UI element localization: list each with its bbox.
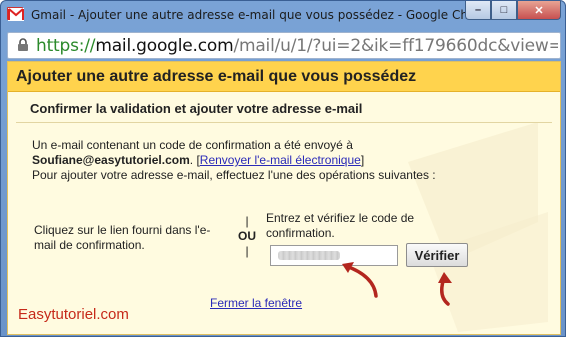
email-suffix: .	[189, 153, 194, 167]
watermark: Easytutoriel.com	[18, 306, 129, 323]
resend-bracket-close: ]	[360, 153, 365, 167]
title-bar: Gmail - Ajouter une autre adresse e-mail…	[1, 1, 566, 31]
minimize-button[interactable]: –	[465, 1, 491, 20]
or-separator: | OU |	[232, 214, 262, 259]
verify-button[interactable]: Vérifier	[406, 243, 468, 267]
blurred-code	[278, 251, 340, 260]
resend-email-link[interactable]: Renvoyer l'e-mail électronique	[200, 153, 361, 167]
email-line: Soufiane@easytutoriel.com. [Renvoyer l'e…	[32, 153, 552, 168]
gmail-icon	[7, 7, 24, 21]
email-address: Soufiane@easytutoriel.com	[32, 153, 190, 167]
instructions: Un e-mail contenant un code de confirmat…	[32, 138, 552, 183]
options-intro: Pour ajouter votre adresse e-mail, effec…	[32, 168, 436, 182]
arrow-to-verify-icon	[438, 272, 452, 306]
maximize-button[interactable]: □	[491, 1, 517, 20]
address-bar[interactable]: https://mail.google.com/mail/u/1/?ui=2&i…	[7, 32, 561, 59]
close-window-link[interactable]: Fermer la fenêtre	[210, 296, 302, 310]
dialog-content: Ajouter une autre adresse e-mail que vou…	[7, 61, 561, 335]
separator-bar-top: |	[245, 214, 249, 228]
url-text[interactable]: https://mail.google.com/mail/u/1/?ui=2&i…	[36, 36, 558, 56]
separator-bar-bottom: |	[245, 244, 249, 258]
dialog-header: Ajouter une autre adresse e-mail que vou…	[8, 62, 560, 92]
intro-line: Un e-mail contenant un code de confirmat…	[32, 138, 353, 152]
or-label: OU	[238, 229, 256, 243]
url-path: /mail/u/1/?ui=2&ik=ff179660dc&view=cf&cf…	[233, 36, 558, 56]
url-host: mail.google.com	[95, 36, 234, 56]
click-link-option: Cliquez sur le lien fourni dans l'e-mail…	[34, 223, 211, 252]
lock-icon	[17, 38, 29, 52]
window-title: Gmail - Ajouter une autre adresse e-mail…	[31, 8, 500, 22]
close-button[interactable]: ✕	[517, 1, 561, 20]
url-scheme: https://	[36, 36, 96, 56]
browser-window: Gmail - Ajouter une autre adresse e-mail…	[0, 0, 566, 337]
dialog-title: Ajouter une autre adresse e-mail que vou…	[16, 68, 417, 85]
sub-header: Confirmer la validation et ajouter votre…	[16, 95, 552, 123]
section-title: Confirmer la validation et ajouter votre…	[30, 101, 363, 116]
window-controls: – □ ✕	[465, 1, 561, 20]
arrow-to-input-icon	[342, 262, 378, 298]
enter-code-option: Entrez et vérifiez le code de confirmati…	[266, 211, 415, 240]
